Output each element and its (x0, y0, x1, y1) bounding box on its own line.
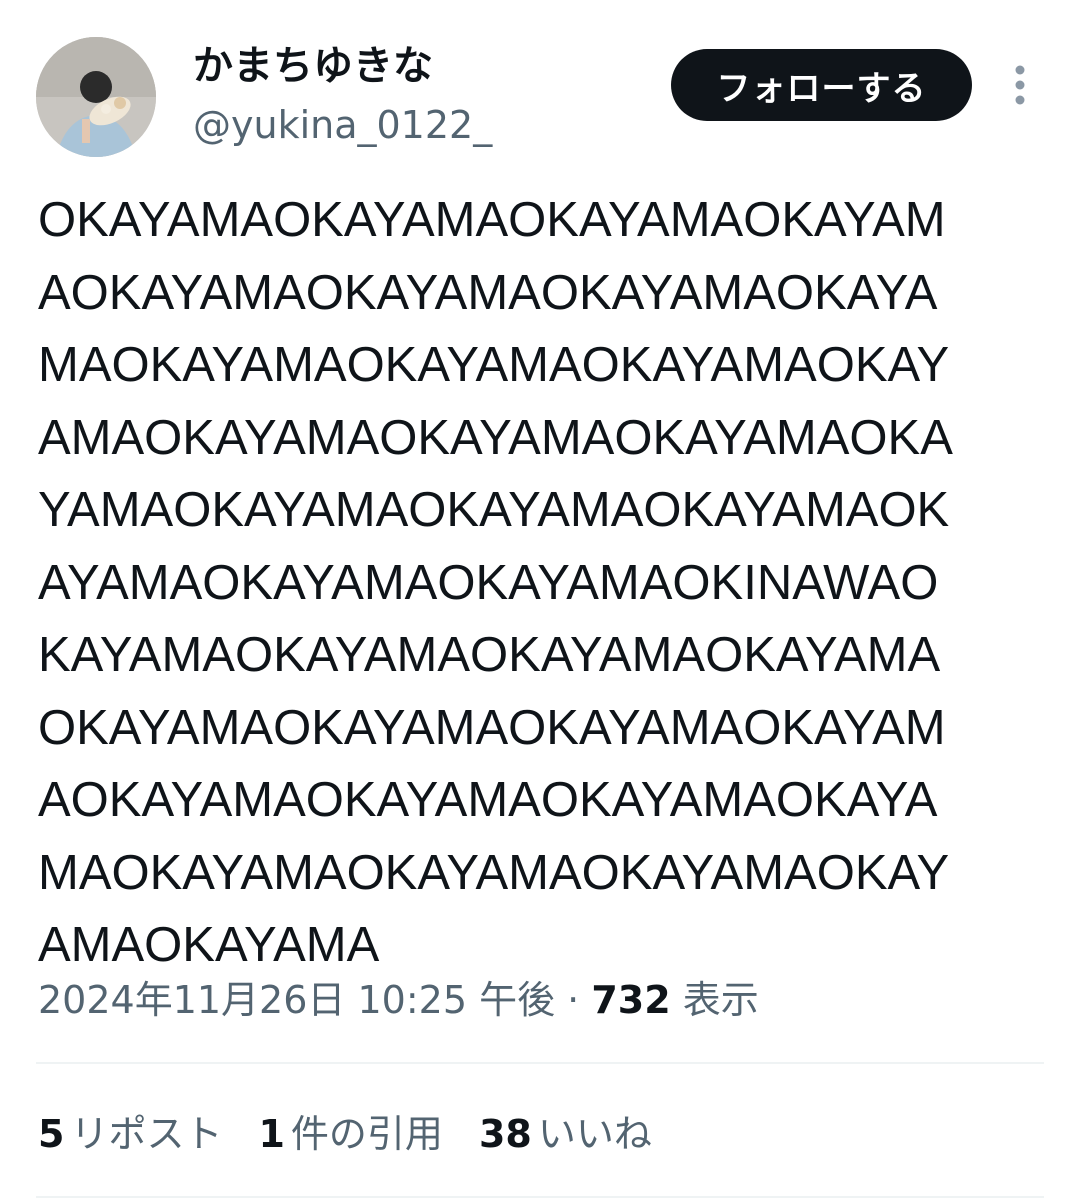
quotes-count: 1 (258, 1112, 285, 1156)
tweet-line: MAOKAYAMAOKAYAMAOKAYAMAOKAY (38, 845, 950, 900)
reposts-stat[interactable]: 5 リポスト (38, 1108, 222, 1160)
meta-separator: · (555, 978, 592, 1022)
quotes-label: 件の引用 (290, 1112, 443, 1156)
likes-stat[interactable]: 38 いいね (479, 1108, 652, 1160)
quotes-stat[interactable]: 1 件の引用 (258, 1108, 442, 1160)
follow-button[interactable]: フォローする (671, 49, 972, 121)
divider (36, 1196, 1044, 1198)
engagement-stats: 5 リポスト 1 件の引用 38 いいね (38, 1108, 688, 1160)
author-handle[interactable]: @yukina_0122_ (193, 100, 492, 150)
tweet-line: YAMAOKAYAMAOKAYAMAOKAYAMAOK (38, 483, 950, 537)
avatar[interactable] (36, 37, 156, 157)
tweet-line: OKAYAMAOKAYAMAOKAYAMAOKAYAM (38, 700, 946, 755)
more-vertical-icon[interactable] (1004, 62, 1036, 108)
tweet-line: AMAOKAYAMAOKAYAMAOKAYAMAOKA (38, 410, 953, 465)
author-display-name[interactable]: かまちゆきな (193, 40, 433, 92)
views-label: 表示 (670, 978, 759, 1022)
tweet-text: OKAYAMAOKAYAMAOKAYAMAOKAYAM AOKAYAMAOKAY… (38, 184, 1048, 982)
tweet-timestamp[interactable]: 2024年11月26日 10:25 午後 (38, 978, 555, 1022)
likes-count: 38 (478, 1112, 532, 1156)
reposts-count: 5 (38, 1112, 65, 1156)
tweet-line: AOKAYAMAOKAYAMAOKAYAMAOKAYA (38, 265, 938, 320)
likes-label: いいね (537, 1112, 652, 1156)
tweet-line: OKAYAMAOKAYAMAOKAYAMAOKAYAM (38, 193, 946, 247)
tweet-line: AMAOKAYAMA (38, 918, 380, 972)
tweet-line: MAOKAYAMAOKAYAMAOKAYAMAOKAY (38, 338, 950, 392)
tweet-meta: 2024年11月26日 10:25 午後 · 732 表示 (38, 974, 759, 1026)
divider (36, 1062, 1044, 1064)
tweet-line: AYAMAOKAYAMAOKAYAMAOKINAWAO (38, 555, 939, 610)
reposts-label: リポスト (70, 1112, 223, 1156)
tweet-line: AOKAYAMAOKAYAMAOKAYAMAOKAYA (38, 773, 938, 827)
views-count: 732 (591, 978, 671, 1022)
profile-photo-icon (36, 37, 156, 157)
tweet-line: KAYAMAOKAYAMAOKAYAMAOKAYAMA (38, 628, 941, 682)
